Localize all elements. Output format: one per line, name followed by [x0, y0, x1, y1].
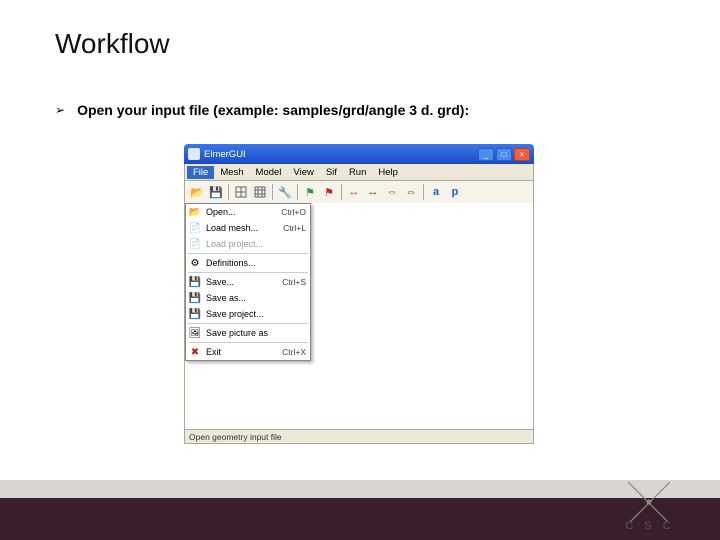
- menu-item-shortcut: Ctrl+O: [281, 207, 306, 217]
- menu-item-label: Definitions...: [206, 258, 306, 268]
- statusbar: Open geometry input file: [184, 429, 534, 444]
- bullet-arrow-icon: ➢: [55, 103, 65, 117]
- menu-item-save-project[interactable]: 💾 Save project...: [186, 306, 310, 322]
- menu-item-shortcut: Ctrl+X: [282, 347, 306, 357]
- menu-item-label: Save...: [206, 277, 278, 287]
- menu-sif[interactable]: Sif: [320, 166, 343, 179]
- bullet-text: Open your input file (example: samples/g…: [77, 102, 469, 118]
- menu-item-label: Load mesh...: [206, 223, 279, 233]
- toolbar-wrench-icon[interactable]: 🔧: [276, 183, 294, 201]
- menu-item-label: Save picture as: [206, 328, 306, 338]
- toolbar-flag-green-icon[interactable]: ⚑: [301, 183, 319, 201]
- canvas-area: 📂 Open... Ctrl+O 📄 Load mesh... Ctrl+L 📄…: [184, 203, 534, 429]
- menu-item-exit[interactable]: ✖ Exit Ctrl+X: [186, 344, 310, 360]
- gear-icon: ⚙: [188, 256, 202, 270]
- toolbar: 📂 💾 🔧 ⚑ ⚑ ↔ ↔ ⇔ ⇔ a p: [184, 181, 534, 203]
- toolbar-arrows3-icon[interactable]: ⇔: [383, 183, 401, 201]
- menu-item-load-mesh[interactable]: 📄 Load mesh... Ctrl+L: [186, 220, 310, 236]
- toolbar-arrows4-icon[interactable]: ⇔: [402, 183, 420, 201]
- toolbar-a-icon[interactable]: a: [427, 183, 445, 201]
- menu-item-label: Exit: [206, 347, 278, 357]
- toolbar-separator: [341, 184, 342, 200]
- menu-separator: [188, 323, 308, 324]
- document-icon: 📄: [188, 237, 202, 251]
- disk-icon: 💾: [188, 275, 202, 289]
- menu-run[interactable]: Run: [343, 166, 372, 179]
- toolbar-flag-red-icon[interactable]: ⚑: [320, 183, 338, 201]
- toolbar-arrows1-icon[interactable]: ↔: [345, 183, 363, 201]
- menu-separator: [188, 342, 308, 343]
- toolbar-separator: [423, 184, 424, 200]
- toolbar-open-icon[interactable]: 📂: [188, 183, 206, 201]
- menu-item-label: Save project...: [206, 309, 306, 319]
- document-icon: 📄: [188, 221, 202, 235]
- disk-icon: 💾: [188, 291, 202, 305]
- statusbar-text: Open geometry input file: [189, 432, 282, 442]
- menu-item-save[interactable]: 💾 Save... Ctrl+S: [186, 274, 310, 290]
- toolbar-separator: [272, 184, 273, 200]
- folder-icon: 📂: [188, 205, 202, 219]
- app-icon: [188, 148, 200, 160]
- menu-item-open[interactable]: 📂 Open... Ctrl+O: [186, 204, 310, 220]
- toolbar-separator: [297, 184, 298, 200]
- menu-item-label: Open...: [206, 207, 277, 217]
- menu-model[interactable]: Model: [250, 166, 288, 179]
- menu-item-load-project[interactable]: 📄 Load project...: [186, 236, 310, 252]
- menu-help[interactable]: Help: [372, 166, 404, 179]
- toolbar-arrows2-icon[interactable]: ↔: [364, 183, 382, 201]
- menu-item-label: Load project...: [206, 239, 306, 249]
- disk-icon: 💾: [188, 307, 202, 321]
- menu-view[interactable]: View: [287, 166, 319, 179]
- menu-item-save-picture-as[interactable]: 🖼 Save picture as: [186, 325, 310, 341]
- window-controls: _ □ ×: [478, 148, 530, 161]
- app-window: ElmerGUI _ □ × File Mesh Model View Sif …: [184, 144, 534, 444]
- file-dropdown: 📂 Open... Ctrl+O 📄 Load mesh... Ctrl+L 📄…: [185, 203, 311, 361]
- picture-icon: 🖼: [188, 326, 202, 340]
- svg-text:C S C: C S C: [625, 520, 674, 532]
- menu-separator: [188, 253, 308, 254]
- bullet-row: ➢ Open your input file (example: samples…: [55, 102, 469, 118]
- toolbar-p-icon[interactable]: p: [446, 183, 464, 201]
- menu-item-definitions[interactable]: ⚙ Definitions...: [186, 255, 310, 271]
- toolbar-mesh2-icon[interactable]: [251, 183, 269, 201]
- menu-file[interactable]: File: [187, 166, 214, 179]
- menu-mesh[interactable]: Mesh: [214, 166, 249, 179]
- close-icon: ✖: [188, 345, 202, 359]
- slide-title: Workflow: [55, 28, 170, 60]
- toolbar-mesh1-icon[interactable]: [232, 183, 250, 201]
- menu-separator: [188, 272, 308, 273]
- maximize-button[interactable]: □: [496, 148, 512, 161]
- toolbar-separator: [228, 184, 229, 200]
- menu-item-shortcut: Ctrl+L: [283, 223, 306, 233]
- csc-logo: C S C: [610, 482, 690, 532]
- menu-item-save-as[interactable]: 💾 Save as...: [186, 290, 310, 306]
- titlebar: ElmerGUI _ □ ×: [184, 144, 534, 164]
- toolbar-save-icon[interactable]: 💾: [207, 183, 225, 201]
- minimize-button[interactable]: _: [478, 148, 494, 161]
- close-button[interactable]: ×: [514, 148, 530, 161]
- menu-item-label: Save as...: [206, 293, 306, 303]
- menubar: File Mesh Model View Sif Run Help: [184, 164, 534, 181]
- window-title: ElmerGUI: [204, 149, 478, 160]
- menu-item-shortcut: Ctrl+S: [282, 277, 306, 287]
